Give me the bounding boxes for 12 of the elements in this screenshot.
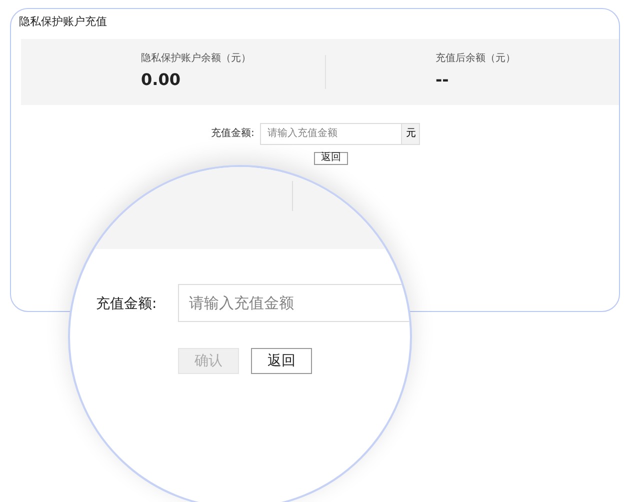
panel-title: 隐私保护账户充值 [19,14,107,30]
button[interactable]: 返回 [314,152,348,164]
field-label: 充值金额: [211,126,254,141]
stat-label: 充值后余额（元） [436,52,516,66]
button[interactable]: 返回 [251,348,312,374]
unit-addon: 元 [402,122,420,144]
stat-label: 隐私保护账户余额（元） [141,52,252,66]
stat-value: -- [436,69,450,91]
amount-field[interactable]: 请输入充值金额 [260,122,402,144]
field-label: 充值金额: [96,295,157,314]
stat-value: 0.00 [141,69,182,91]
amount-field[interactable]: 请输入充值金额 [178,284,410,322]
